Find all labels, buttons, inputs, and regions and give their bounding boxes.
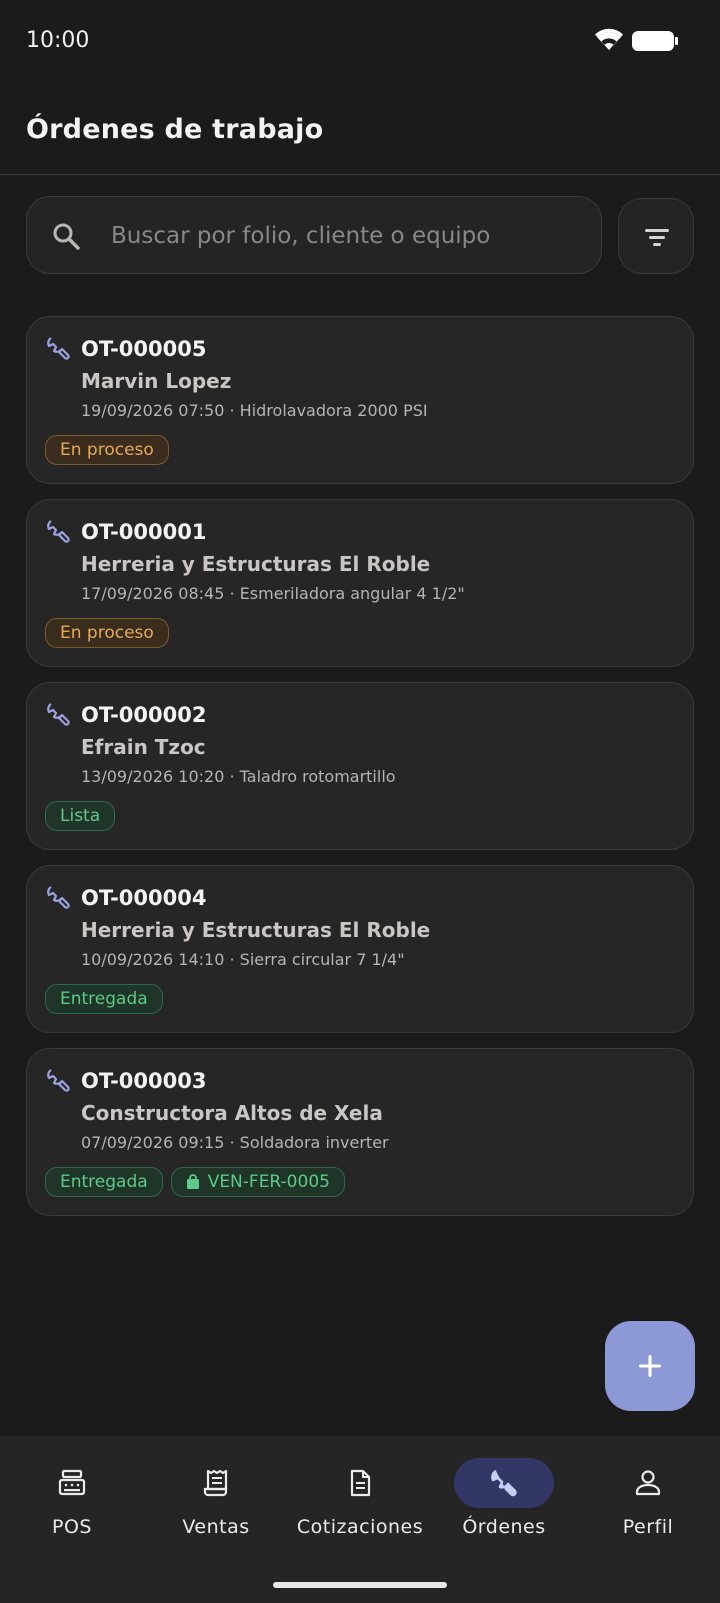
nav-label: POS [52, 1516, 92, 1538]
order-card[interactable]: OT-000002 Efrain Tzoc 13/09/2026 10:20 ·… [26, 682, 694, 850]
filter-button[interactable] [618, 198, 694, 274]
order-folio: OT-000005 [81, 337, 207, 361]
battery-icon [632, 31, 678, 51]
order-client: Herreria y Estructuras El Roble [81, 552, 431, 576]
nav-item-cotizaciones[interactable]: Cotizaciones [288, 1436, 432, 1556]
home-indicator[interactable] [273, 1582, 447, 1588]
page-title: Órdenes de trabajo [26, 114, 324, 145]
order-client: Efrain Tzoc [81, 735, 206, 759]
plus-icon [639, 1355, 661, 1377]
order-card[interactable]: OT-000003 Constructora Altos de Xela 07/… [26, 1048, 694, 1216]
status-badge: Lista [45, 801, 116, 831]
search-input[interactable] [109, 213, 583, 259]
search-box[interactable] [26, 196, 602, 274]
nav-label: Perfil [622, 1516, 674, 1538]
wrench-icon [491, 1469, 517, 1497]
order-folio: OT-000001 [81, 520, 207, 544]
order-folio: OT-000002 [81, 703, 207, 727]
order-card[interactable]: OT-000001 Herreria y Estructuras El Robl… [26, 499, 694, 667]
order-meta: 17/09/2026 08:45 · Esmeriladora angular … [81, 584, 465, 603]
app-bar: Órdenes de trabajo [0, 84, 720, 175]
nav-label: Ventas [182, 1516, 250, 1538]
order-meta: 13/09/2026 10:20 · Taladro rotomartillo [81, 767, 396, 786]
document-icon [350, 1469, 371, 1497]
nav-item-pos[interactable]: POS [0, 1436, 144, 1556]
nav-item-ordenes[interactable]: Órdenes [432, 1436, 576, 1556]
status-bar: 10:00 [0, 0, 720, 84]
order-folio: OT-000003 [81, 1069, 207, 1093]
search-icon [53, 223, 80, 250]
order-meta: 10/09/2026 14:10 · Sierra circular 7 1/4… [81, 950, 405, 969]
filter-icon [645, 229, 669, 246]
add-order-button[interactable] [605, 1321, 695, 1411]
status-time: 10:00 [26, 28, 90, 53]
nav-item-perfil[interactable]: Perfil [576, 1436, 720, 1556]
orders-list: OT-000005 Marvin Lopez 19/09/2026 07:50 … [26, 316, 694, 1231]
order-client: Herreria y Estructuras El Roble [81, 918, 431, 942]
order-client: Constructora Altos de Xela [81, 1101, 383, 1125]
sale-badge-label: VEN-FER-0005 [207, 1172, 330, 1192]
nav-item-ventas[interactable]: Ventas [144, 1436, 288, 1556]
bottom-nav: POS Ventas Cotizaciones Órdenes Perfil [0, 1436, 720, 1603]
order-card[interactable]: OT-000004 Herreria y Estructuras El Robl… [26, 865, 694, 1033]
order-card[interactable]: OT-000005 Marvin Lopez 19/09/2026 07:50 … [26, 316, 694, 484]
sale-badge[interactable]: VEN-FER-0005 [170, 1167, 345, 1197]
order-meta: 07/09/2026 09:15 · Soldadora inverter [81, 1133, 389, 1152]
wrench-icon [47, 703, 70, 726]
person-icon [635, 1470, 661, 1496]
wrench-icon [47, 886, 70, 909]
status-badge: En proceso [45, 618, 169, 648]
cash-register-icon [58, 1469, 86, 1496]
shopping-bag-icon [186, 1174, 199, 1189]
wrench-icon [47, 337, 70, 360]
receipt-icon [203, 1469, 228, 1497]
wrench-icon [47, 1069, 70, 1092]
status-badge: Entregada [45, 984, 163, 1014]
wifi-icon [595, 28, 623, 50]
wrench-icon [47, 520, 70, 543]
order-client: Marvin Lopez [81, 369, 232, 393]
nav-label: Órdenes [462, 1516, 546, 1538]
status-badge: En proceso [45, 435, 169, 465]
order-folio: OT-000004 [81, 886, 207, 910]
status-badge: Entregada [45, 1167, 163, 1197]
order-meta: 19/09/2026 07:50 · Hidrolavadora 2000 PS… [81, 401, 428, 420]
nav-label: Cotizaciones [296, 1516, 424, 1538]
